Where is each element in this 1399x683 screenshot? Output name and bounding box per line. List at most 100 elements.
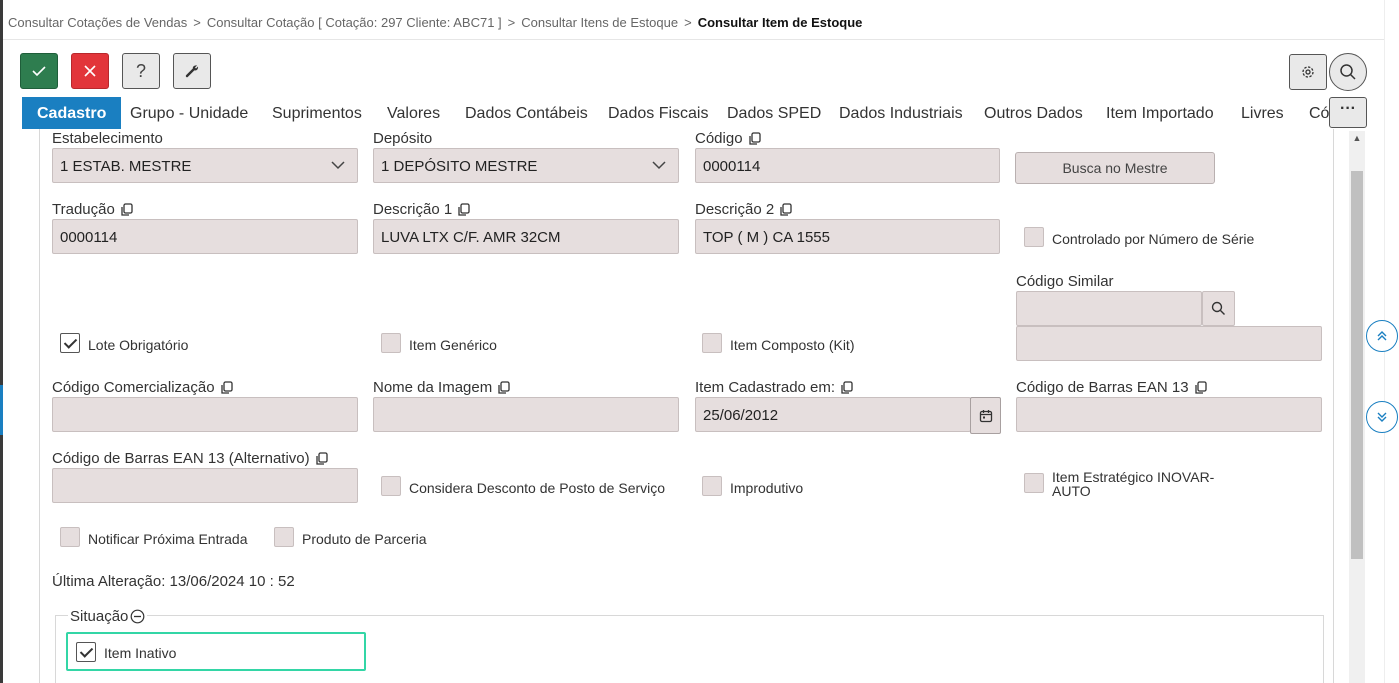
estabelecimento-label: Estabelecimento xyxy=(52,130,163,147)
item-generico-checkbox[interactable] xyxy=(381,333,401,353)
vertical-scrollbar[interactable]: ▲ xyxy=(1349,131,1365,683)
breadcrumb-separator: > xyxy=(684,15,692,30)
desconto-posto-label: Considera Desconto de Posto de Serviço xyxy=(409,480,666,496)
search-icon xyxy=(1340,64,1356,80)
chevron-down-icon xyxy=(652,161,666,170)
breadcrumb-item-itens-estoque[interactable]: Consultar Itens de Estoque xyxy=(521,15,678,30)
scroll-down-icon xyxy=(1377,412,1387,422)
codigo-label: Código xyxy=(695,130,762,147)
descricao1-field[interactable]: LUVA LTX C/F. AMR 32CM xyxy=(373,219,679,254)
tools-button[interactable] xyxy=(173,53,211,89)
breadcrumb-current: Consultar Item de Estoque xyxy=(697,15,863,30)
codigo-comercializacao-label: Código Comercialização xyxy=(52,379,234,396)
more-icon: ··· xyxy=(1340,100,1356,117)
controlado-serie-label: Controlado por Número de Série xyxy=(1052,231,1255,247)
collapse-icon[interactable] xyxy=(130,609,145,624)
inovar-auto-checkbox[interactable] xyxy=(1024,473,1044,493)
more-tabs-button[interactable]: ··· xyxy=(1329,97,1367,128)
tab-codigos[interactable]: Có xyxy=(1309,97,1329,129)
breadcrumb: Consultar Cotações de Vendas > Consultar C… xyxy=(8,15,862,30)
ean13-label: Código de Barras EAN 13 xyxy=(1016,379,1208,396)
scroll-up-arrow-icon[interactable]: ▲ xyxy=(1349,133,1365,147)
wrench-icon xyxy=(185,65,199,78)
scroll-thumb[interactable] xyxy=(1351,171,1363,559)
breadcrumb-item-cotacoes-vendas[interactable]: Consultar Cotações de Vendas xyxy=(8,15,187,30)
search-icon xyxy=(1211,301,1225,315)
tab-dados-industriais[interactable]: Dados Industriais xyxy=(839,97,963,129)
settings-button[interactable] xyxy=(1289,54,1327,90)
copy-icon[interactable] xyxy=(497,380,511,395)
codigo-comercializacao-field[interactable] xyxy=(52,397,358,432)
check-icon xyxy=(32,66,46,77)
tab-livres[interactable]: Livres xyxy=(1241,97,1284,129)
content-border xyxy=(39,129,40,683)
deposito-label: Depósito xyxy=(373,130,433,147)
tab-valores[interactable]: Valores xyxy=(387,97,440,129)
notificar-entrada-checkbox[interactable] xyxy=(60,527,80,547)
cancel-button[interactable] xyxy=(71,53,109,89)
deposito-value: 1 DEPÓSITO MESTRE xyxy=(381,158,538,175)
tab-item-importado[interactable]: Item Importado xyxy=(1106,97,1214,129)
improdutivo-checkbox[interactable] xyxy=(702,476,722,496)
lote-obrigatorio-label: Lote Obrigatório xyxy=(88,337,189,353)
content-border xyxy=(1333,129,1334,683)
notificar-entrada-label: Notificar Próxima Entrada xyxy=(88,531,248,547)
left-strip-highlight xyxy=(0,385,3,435)
traducao-field[interactable]: 0000114 xyxy=(52,219,358,254)
estabelecimento-select[interactable]: 1 ESTAB. MESTRE xyxy=(52,148,358,183)
codigo-similar-field[interactable] xyxy=(1016,291,1202,326)
busca-no-mestre-button[interactable]: Busca no Mestre xyxy=(1015,152,1215,184)
confirm-button[interactable] xyxy=(20,53,58,89)
produto-parceria-label: Produto de Parceria xyxy=(302,531,427,547)
lote-obrigatorio-checkbox[interactable] xyxy=(60,333,80,353)
help-button[interactable]: ? xyxy=(122,53,160,89)
copy-icon[interactable] xyxy=(779,202,793,217)
copy-icon[interactable] xyxy=(120,202,134,217)
controlado-serie-checkbox[interactable] xyxy=(1024,227,1044,247)
codigo-similar-label: Código Similar xyxy=(1016,273,1114,290)
deposito-select[interactable]: 1 DEPÓSITO MESTRE xyxy=(373,148,679,183)
help-icon: ? xyxy=(135,60,146,81)
tab-dados-fiscais[interactable]: Dados Fiscais xyxy=(608,97,708,129)
codigo-similar-description-field[interactable] xyxy=(1016,326,1322,361)
scroll-down-button[interactable] xyxy=(1366,401,1398,433)
desconto-posto-checkbox[interactable] xyxy=(381,476,401,496)
nome-imagem-label: Nome da Imagem xyxy=(373,379,511,396)
tab-dados-contabeis[interactable]: Dados Contábeis xyxy=(465,97,588,129)
item-inativo-checkbox[interactable] xyxy=(76,642,96,662)
tab-cadastro[interactable]: Cadastro xyxy=(22,97,122,129)
copy-icon[interactable] xyxy=(748,131,762,146)
tab-dados-sped[interactable]: Dados SPED xyxy=(727,97,821,129)
traducao-label: Tradução xyxy=(52,201,134,218)
gear-icon xyxy=(1302,66,1314,78)
copy-icon[interactable] xyxy=(220,380,234,395)
item-cadastrado-date-field[interactable]: 25/06/2012 xyxy=(695,397,971,432)
tab-outros-dados[interactable]: Outros Dados xyxy=(984,97,1083,129)
search-button[interactable] xyxy=(1329,53,1367,91)
copy-icon[interactable] xyxy=(315,451,329,466)
close-icon xyxy=(84,65,96,77)
produto-parceria-checkbox[interactable] xyxy=(274,527,294,547)
tab-suprimentos[interactable]: Suprimentos xyxy=(272,97,362,129)
header-divider xyxy=(3,39,1399,40)
scroll-up-button[interactable] xyxy=(1366,320,1398,352)
left-window-strip xyxy=(0,0,3,683)
codigo-field[interactable]: 0000114 xyxy=(695,148,1000,183)
nome-imagem-field[interactable] xyxy=(373,397,679,432)
scroll-up-icon xyxy=(1377,331,1387,341)
date-picker-button[interactable] xyxy=(970,397,1001,434)
tab-bar: Cadastro Grupo - Unidade Suprimentos Val… xyxy=(22,97,1332,129)
item-composto-checkbox[interactable] xyxy=(702,333,722,353)
improdutivo-label: Improdutivo xyxy=(730,480,804,496)
ean13-alt-field[interactable] xyxy=(52,468,358,503)
copy-icon[interactable] xyxy=(840,380,854,395)
chevron-down-icon xyxy=(331,161,345,170)
tab-grupo-unidade[interactable]: Grupo - Unidade xyxy=(130,97,248,129)
codigo-similar-search-button[interactable] xyxy=(1202,291,1235,326)
copy-icon[interactable] xyxy=(457,202,471,217)
copy-icon[interactable] xyxy=(1194,380,1208,395)
breadcrumb-item-cotacao[interactable]: Consultar Cotação [ Cotação: 297 Cliente… xyxy=(207,15,502,30)
descricao1-label: Descrição 1 xyxy=(373,201,471,218)
ean13-field[interactable] xyxy=(1016,397,1322,432)
descricao2-field[interactable]: TOP ( M ) CA 1555 xyxy=(695,219,1000,254)
